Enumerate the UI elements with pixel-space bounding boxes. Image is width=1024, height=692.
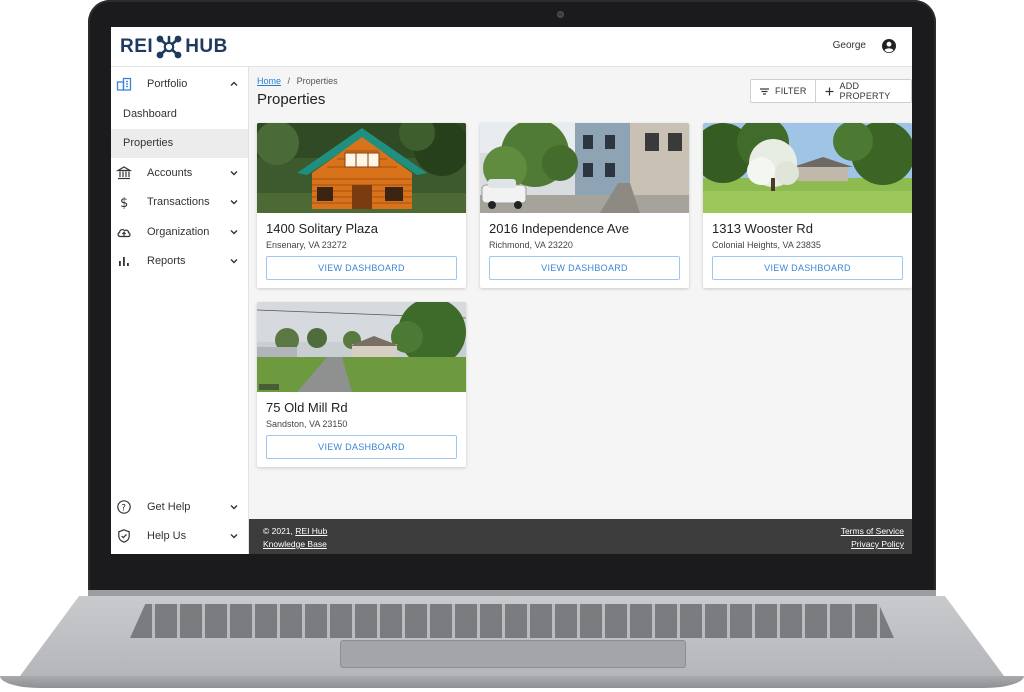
footer-rei-hub-link[interactable]: REI Hub — [295, 526, 327, 536]
sidebar-item-help-us[interactable]: Help Us — [111, 522, 248, 551]
footer-privacy-link[interactable]: Privacy Policy — [851, 539, 904, 549]
help-circle-icon: ? — [116, 499, 132, 515]
property-address: 1313 Wooster Rd — [712, 221, 813, 236]
property-city: Richmond, VA 23220 — [489, 240, 573, 250]
breadcrumb-home-link[interactable]: Home — [257, 76, 281, 86]
toolbar: FILTER ADD PROPERTY — [750, 79, 912, 103]
filter-button[interactable]: FILTER — [751, 80, 815, 102]
page-title: Properties — [257, 91, 326, 108]
property-city: Sandston, VA 23150 — [266, 419, 348, 429]
sidebar-subitem-label: Properties — [123, 137, 174, 149]
breadcrumb-separator: / — [287, 76, 291, 86]
view-dashboard-button[interactable]: VIEW DASHBOARD — [266, 435, 457, 459]
plus-icon — [824, 86, 835, 97]
chevron-down-icon[interactable] — [229, 256, 239, 266]
bar-chart-icon — [116, 253, 132, 269]
breadcrumb-current: Properties — [296, 76, 338, 86]
footer-copyright: © 2021, REI Hub — [263, 526, 327, 536]
property-city: Colonial Heights, VA 23835 — [712, 240, 821, 250]
chevron-down-icon[interactable] — [229, 502, 239, 512]
hub-network-icon — [155, 34, 183, 60]
footer-terms-link[interactable]: Terms of Service — [841, 526, 904, 536]
chevron-down-icon[interactable] — [229, 168, 239, 178]
top-bar: REI HUB George — [111, 27, 912, 67]
chevron-up-icon[interactable] — [229, 79, 239, 89]
main-content: Home / Properties Properties FILTER ADD … — [249, 67, 912, 519]
sidebar-item-portfolio[interactable]: Portfolio — [111, 70, 248, 99]
cloud-icon — [116, 224, 132, 240]
rei-hub-logo[interactable]: REI HUB — [120, 34, 228, 60]
footer-copyright-prefix: © 2021, — [263, 526, 296, 536]
logo-text-left: REI — [120, 36, 154, 57]
laptop-front-edge — [0, 676, 1024, 688]
property-card: 2016 Independence Ave Richmond, VA 23220… — [480, 123, 689, 288]
sidebar: Portfolio Dashboard Properties Accounts … — [111, 67, 249, 554]
chevron-down-icon[interactable] — [229, 227, 239, 237]
keyboard — [130, 604, 894, 638]
sidebar-item-transactions[interactable]: $ Transactions — [111, 188, 248, 217]
svg-text:?: ? — [121, 503, 126, 513]
chevron-down-icon[interactable] — [229, 531, 239, 541]
sidebar-item-reports[interactable]: Reports — [111, 247, 248, 276]
sidebar-item-label: Get Help — [147, 501, 191, 513]
add-property-button[interactable]: ADD PROPERTY — [814, 80, 911, 102]
bank-icon — [115, 165, 133, 181]
breadcrumb: Home / Properties — [257, 76, 338, 86]
property-photo-chalet[interactable] — [257, 123, 466, 213]
sidebar-subitem-label: Dashboard — [123, 108, 177, 120]
sidebar-item-label: Help Us — [147, 530, 187, 542]
dollar-icon: $ — [116, 194, 132, 211]
sidebar-item-label: Reports — [147, 255, 186, 267]
property-photo-road[interactable] — [257, 302, 466, 392]
property-card: 1313 Wooster Rd Colonial Heights, VA 238… — [703, 123, 912, 288]
property-city: Ensenary, VA 23272 — [266, 240, 347, 250]
account-circle-icon[interactable] — [881, 38, 897, 54]
laptop-base — [0, 590, 1024, 692]
property-card: 75 Old Mill Rd Sandston, VA 23150 VIEW D… — [257, 302, 466, 467]
app-screen: REI HUB George Portfolio Dashboard Prope… — [111, 27, 912, 554]
sidebar-item-label: Portfolio — [147, 78, 188, 90]
logo-text-right: HUB — [185, 36, 228, 57]
portfolio-icon — [116, 76, 132, 92]
property-address: 2016 Independence Ave — [489, 221, 630, 236]
sidebar-item-label: Organization — [147, 226, 210, 238]
filter-button-label: FILTER — [775, 86, 807, 96]
user-name[interactable]: George — [833, 40, 866, 51]
chevron-down-icon[interactable] — [229, 197, 239, 207]
property-address: 1400 Solitary Plaza — [266, 221, 379, 236]
add-property-button-label: ADD PROPERTY — [839, 81, 891, 101]
webcam — [557, 11, 564, 18]
property-photo-yard[interactable] — [703, 123, 912, 213]
view-dashboard-button[interactable]: VIEW DASHBOARD — [712, 256, 903, 280]
trackpad — [340, 640, 686, 668]
property-card: 1400 Solitary Plaza Ensenary, VA 23272 V… — [257, 123, 466, 288]
sidebar-item-get-help[interactable]: ? Get Help — [111, 493, 248, 522]
property-address: 75 Old Mill Rd — [266, 400, 348, 415]
property-photo-street[interactable] — [480, 123, 689, 213]
filter-icon — [759, 86, 770, 97]
footer: © 2021, REI Hub Knowledge Base Terms of … — [249, 519, 912, 554]
svg-text:$: $ — [120, 196, 128, 210]
view-dashboard-button[interactable]: VIEW DASHBOARD — [489, 256, 680, 280]
view-dashboard-button[interactable]: VIEW DASHBOARD — [266, 256, 457, 280]
shield-check-icon — [116, 528, 132, 544]
sidebar-item-label: Accounts — [147, 167, 193, 179]
sidebar-subitem-properties[interactable]: Properties — [111, 129, 248, 158]
sidebar-item-label: Transactions — [147, 196, 210, 208]
footer-knowledge-base-link[interactable]: Knowledge Base — [263, 539, 327, 549]
sidebar-subitem-dashboard[interactable]: Dashboard — [111, 100, 248, 129]
sidebar-item-accounts[interactable]: Accounts — [111, 159, 248, 188]
sidebar-item-organization[interactable]: Organization — [111, 218, 248, 247]
